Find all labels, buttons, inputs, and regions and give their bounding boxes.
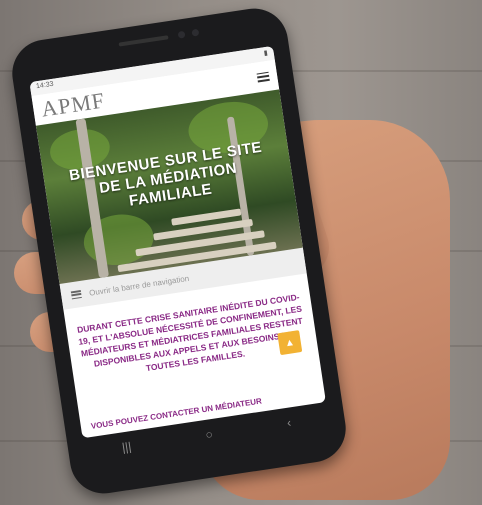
- smartphone: 14:33 ▮ APMF BIENVENUE SUR LE SITE DE LA…: [7, 3, 351, 499]
- scroll-up-icon[interactable]: ▲: [277, 330, 303, 356]
- home-icon[interactable]: ○: [205, 427, 214, 442]
- recent-apps-icon[interactable]: |||: [121, 439, 132, 454]
- phone-screen: 14:33 ▮ APMF BIENVENUE SUR LE SITE DE LA…: [29, 45, 326, 439]
- status-time: 14:33: [35, 80, 55, 91]
- menu-icon[interactable]: [256, 71, 270, 82]
- back-icon[interactable]: ‹: [286, 415, 292, 429]
- photo: 14:33 ▮ APMF BIENVENUE SUR LE SITE DE LA…: [0, 0, 482, 505]
- covid-notice: DURANT CETTE CRISE SANITAIRE INÉDITE DU …: [76, 291, 304, 374]
- battery-icon: ▮: [263, 49, 269, 58]
- nav-menu-icon[interactable]: [70, 289, 82, 300]
